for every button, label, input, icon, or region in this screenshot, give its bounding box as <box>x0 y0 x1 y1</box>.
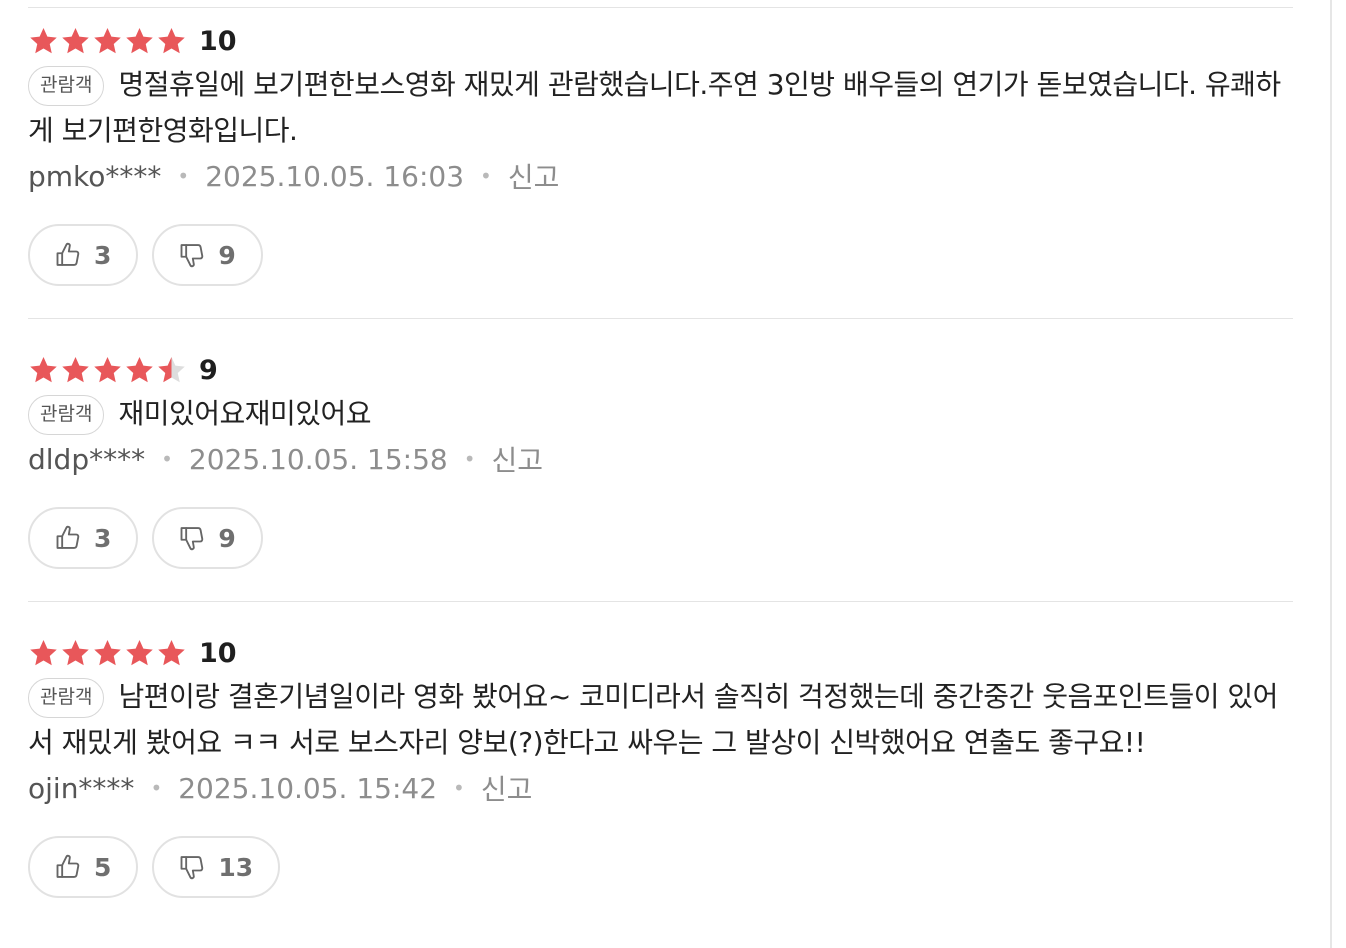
separator-dot: • <box>177 164 190 188</box>
separator-dot: • <box>480 164 492 188</box>
star-icon <box>158 28 185 54</box>
review-meta: ojin**** • 2025.10.05. 15:42 • 신고 <box>28 766 1293 810</box>
review-text: 재미있어요재미있어요 <box>118 397 372 430</box>
review-author: dldp**** <box>28 442 146 476</box>
star-icon <box>158 640 185 666</box>
report-link[interactable]: 신고 <box>481 768 533 808</box>
star-rating <box>28 26 187 56</box>
review-text: 명절휴일에 보기편한보스영화 재밌게 관람했습니다.주연 3인방 배우들의 연기… <box>28 68 1281 147</box>
like-count: 3 <box>94 523 112 553</box>
rating-row: 10 <box>28 634 1293 672</box>
vote-actions: 5 13 <box>28 836 1293 898</box>
dislike-button[interactable]: 13 <box>152 836 281 898</box>
star-icon <box>126 357 153 383</box>
viewer-badge: 관람객 <box>28 678 105 718</box>
dislike-count: 13 <box>218 852 254 882</box>
star-icon <box>62 357 89 383</box>
review-text: 남편이랑 결혼기념일이라 영화 봤어요~ 코미디라서 솔직히 걱정했는데 중간중… <box>28 680 1278 759</box>
review-content: 관람객 재미있어요재미있어요 <box>28 391 1293 437</box>
review-content: 관람객 남편이랑 결혼기념일이라 영화 봤어요~ 코미디라서 솔직히 걱정했는데 … <box>28 674 1293 766</box>
star-icon <box>94 640 121 666</box>
dislike-button[interactable]: 9 <box>152 224 263 286</box>
star-icon <box>30 357 57 383</box>
star-rating <box>28 638 187 668</box>
star-rating <box>28 355 187 385</box>
like-count: 5 <box>94 852 112 882</box>
dislike-count: 9 <box>218 523 236 553</box>
rating-row: 10 <box>28 22 1293 60</box>
like-button[interactable]: 3 <box>28 224 139 286</box>
review-datetime: 2025.10.05. 15:42 <box>178 771 438 805</box>
dislike-button[interactable]: 9 <box>152 507 263 569</box>
report-link[interactable]: 신고 <box>492 439 544 479</box>
star-icon <box>94 357 121 383</box>
review-score: 10 <box>199 25 237 57</box>
divider <box>28 7 1293 8</box>
thumbs-down-icon <box>178 853 206 881</box>
separator-dot: • <box>453 776 465 800</box>
rating-row: 9 <box>28 351 1293 389</box>
review-list: 10 관람객 명절휴일에 보기편한보스영화 재밌게 관람했습니다.주연 3인방 배… <box>28 0 1293 930</box>
star-icon <box>30 640 57 666</box>
like-button[interactable]: 3 <box>28 507 139 569</box>
star-icon <box>62 640 89 666</box>
review-content: 관람객 명절휴일에 보기편한보스영화 재밌게 관람했습니다.주연 3인방 배우들의… <box>28 62 1293 154</box>
star-icon <box>158 357 185 383</box>
thumbs-up-icon <box>54 524 82 552</box>
review-datetime: 2025.10.05. 15:58 <box>188 442 448 476</box>
review-author: pmko**** <box>28 159 162 193</box>
review-score: 9 <box>199 354 218 386</box>
separator-dot: • <box>150 776 163 800</box>
like-count: 3 <box>94 240 112 270</box>
viewer-badge: 관람객 <box>28 66 105 106</box>
review-score: 10 <box>199 637 237 669</box>
separator-dot: • <box>161 447 173 471</box>
thumbs-up-icon <box>54 853 82 881</box>
star-icon <box>126 28 153 54</box>
star-icon <box>94 28 121 54</box>
viewer-badge: 관람객 <box>28 395 105 435</box>
report-link[interactable]: 신고 <box>508 156 560 196</box>
review-meta: dldp**** • 2025.10.05. 15:58 • 신고 <box>28 437 1293 481</box>
review-author: ojin**** <box>28 771 135 805</box>
review-item: 9 관람객 재미있어요재미있어요 dldp**** • 2025.10.05. 1… <box>28 351 1293 602</box>
like-button[interactable]: 5 <box>28 836 139 898</box>
thumbs-up-icon <box>54 241 82 269</box>
separator-dot: • <box>463 447 476 471</box>
vote-actions: 3 9 <box>28 224 1293 286</box>
thumbs-down-icon <box>178 241 206 269</box>
review-item: 10 관람객 남편이랑 결혼기념일이라 영화 봤어요~ 코미디라서 솔직히 걱정했… <box>28 634 1293 898</box>
scrollbar-track[interactable] <box>1330 0 1332 948</box>
vote-actions: 3 9 <box>28 507 1293 569</box>
thumbs-down-icon <box>178 524 206 552</box>
star-icon <box>62 28 89 54</box>
dislike-count: 9 <box>218 240 236 270</box>
star-icon <box>30 28 57 54</box>
review-datetime: 2025.10.05. 16:03 <box>205 159 465 193</box>
review-meta: pmko**** • 2025.10.05. 16:03 • 신고 <box>28 154 1293 198</box>
star-icon <box>126 640 153 666</box>
review-item: 10 관람객 명절휴일에 보기편한보스영화 재밌게 관람했습니다.주연 3인방 배… <box>28 22 1293 319</box>
